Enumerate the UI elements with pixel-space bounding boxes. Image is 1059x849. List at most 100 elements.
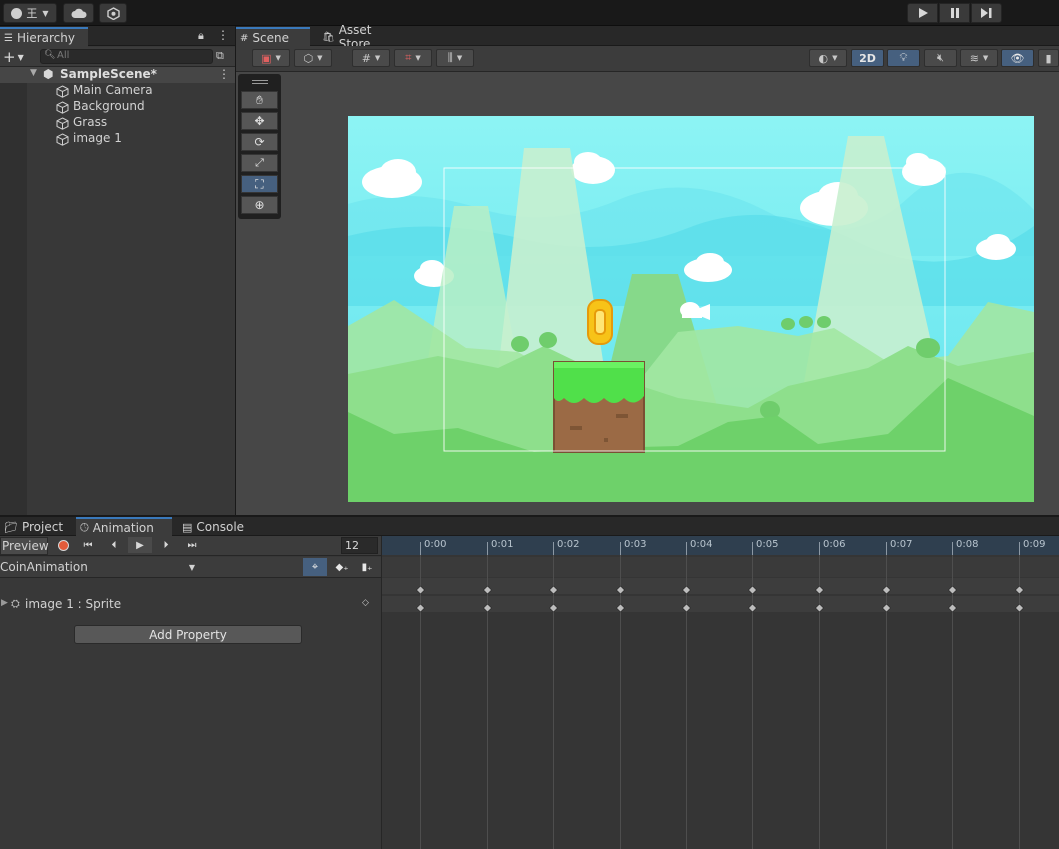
hand-icon: ✋︎ xyxy=(256,92,263,107)
chevron-down-icon: ▼ xyxy=(30,68,37,78)
ruler-tick-label: 0:06 xyxy=(823,539,846,550)
more-menu-icon[interactable]: ⋮ xyxy=(218,67,230,81)
hierarchy-panel: ☰ Hierarchy 🔒︎ ⋮ + ▼ 🔍︎ All ⧉ ▼ ⬢ SampleS… xyxy=(0,26,235,515)
effects-dropdown[interactable]: ≋ ▼ xyxy=(960,49,998,67)
draw-mode-dropdown[interactable]: ▣ ▼ xyxy=(252,49,290,67)
hierarchy-item[interactable]: image 1 xyxy=(0,131,235,147)
toggle-2d-button[interactable]: 2D xyxy=(851,49,884,67)
rotate-icon: ⟳ xyxy=(254,135,265,149)
bottom-tabstrip: 📁︎ Project 🕓︎ Animation ▤ Console xyxy=(0,517,1059,536)
tab-asset-store[interactable]: 🛍︎ Asset Store xyxy=(318,23,408,51)
chevron-down-icon: ▼ xyxy=(317,54,323,62)
clip-dropdown[interactable]: CoinAnimation ▼ xyxy=(0,558,198,576)
chevron-right-icon: ▶ xyxy=(1,598,8,608)
keyframe-diamond-icon[interactable]: ◇ xyxy=(362,598,369,608)
grid-icon: # xyxy=(240,32,249,44)
account-dropdown[interactable]: 王 ▼ xyxy=(3,3,57,23)
preview-toggle[interactable]: Preview xyxy=(0,537,49,555)
pause-button[interactable] xyxy=(939,3,970,23)
ruler-dropdown[interactable]: ⫼ ▼ xyxy=(436,49,474,67)
next-keyframe-button[interactable]: ⏵︎ xyxy=(154,537,178,553)
scene-toolbar: ▣ ▼ ⬡ ▼ # ▼ ⌗ ▼ ⫼ ▼ ◐ ▼ 2D 💡︎ 🔇︎ ≋ ▼ 👁︎ ▮ xyxy=(236,46,1059,72)
frame-field[interactable]: 12 xyxy=(341,537,378,554)
chevron-down-icon: ▼ xyxy=(374,54,381,62)
mode-2d-label: 2D xyxy=(859,51,876,65)
hierarchy-item[interactable]: Main Camera xyxy=(0,83,235,99)
record-button[interactable] xyxy=(51,537,75,553)
collab-button[interactable] xyxy=(99,3,127,23)
cloud-button[interactable] xyxy=(63,3,94,23)
scene-artwork xyxy=(348,116,1034,502)
tab-project[interactable]: 📁︎ Project xyxy=(0,517,72,537)
record-icon xyxy=(57,539,69,551)
skip-start-icon: ⏮︎ xyxy=(83,539,93,551)
grid-snap-dropdown[interactable]: # ▼ xyxy=(352,49,390,67)
more-menu-icon[interactable]: ⋮ xyxy=(217,28,229,42)
add-property-label: Add Property xyxy=(149,627,227,642)
hierarchy-scene-row[interactable]: ▼ ⬢ SampleScene* ⋮ xyxy=(0,67,235,83)
ruler-tick-label: 0:09 xyxy=(1023,539,1046,550)
play-icon: ▶ xyxy=(136,539,144,551)
filter-selection-button[interactable]: ⌖ xyxy=(303,558,327,576)
lock-icon[interactable]: 🔒︎ xyxy=(198,29,204,43)
play-button[interactable] xyxy=(907,3,938,23)
hierarchy-item[interactable]: Background xyxy=(0,99,235,115)
hand-tool-button[interactable]: ✋︎ xyxy=(241,91,278,109)
rect-transform-icon: ⛶ xyxy=(255,176,264,191)
snap-icon: ⌗ xyxy=(405,51,412,64)
transform-tool-button[interactable]: ⊕ xyxy=(241,196,278,214)
tab-console[interactable]: ▤ Console xyxy=(178,517,250,537)
keyframe-grid xyxy=(416,555,1024,849)
property-row[interactable]: ▶ ⛭ image 1 : Sprite ◇ xyxy=(0,596,381,613)
scale-tool-button[interactable]: ⤢ xyxy=(241,154,278,172)
add-keyframe-icon: ◆₊ xyxy=(335,561,349,573)
step-button[interactable] xyxy=(971,3,1002,23)
tab-scene[interactable]: # Scene xyxy=(236,27,310,47)
ruler-tick-label: 0:07 xyxy=(890,539,913,550)
chevron-down-icon: ▼ xyxy=(275,54,281,62)
render-mode-dropdown[interactable]: ⬡ ▼ xyxy=(294,49,332,67)
animation-playback-toolbar: Preview ⏮︎ ⏴︎ ▶ ⏵︎ ⏭︎ 12 xyxy=(0,536,381,556)
pause-icon xyxy=(950,8,959,18)
tab-hierarchy[interactable]: ☰ Hierarchy xyxy=(0,27,88,47)
camera-settings-button[interactable]: ▮ xyxy=(1038,49,1059,67)
search-icon: 🔍︎ xyxy=(44,50,56,60)
hierarchy-search-input[interactable]: 🔍︎ All xyxy=(40,49,213,64)
dopesheet-timeline[interactable]: 0:00 0:01 0:02 0:03 0:04 0:05 0:06 0:07 … xyxy=(381,536,1059,849)
add-keyframe-button[interactable]: ◆₊ xyxy=(331,558,353,576)
add-event-icon: ▮₊ xyxy=(361,561,373,573)
game-scene-render[interactable] xyxy=(348,116,1034,502)
hierarchy-item[interactable]: Grass xyxy=(0,115,235,131)
lighting-toggle[interactable]: 💡︎ xyxy=(887,49,920,67)
last-keyframe-button[interactable]: ⏭︎ xyxy=(180,537,204,553)
audio-toggle[interactable]: 🔇︎ xyxy=(924,49,957,67)
play-animation-button[interactable]: ▶ xyxy=(128,537,152,553)
add-object-button[interactable]: + ▼ xyxy=(3,48,24,66)
first-keyframe-button[interactable]: ⏮︎ xyxy=(76,537,100,553)
scene-tabstrip: # Scene 🛍︎ Asset Store xyxy=(236,23,1059,51)
snap-increment-dropdown[interactable]: ⌗ ▼ xyxy=(394,49,432,67)
scene-name: SampleScene* xyxy=(60,67,157,81)
gameobject-cube-icon xyxy=(56,85,69,98)
cube-icon: ⬡ xyxy=(303,51,314,65)
rotate-tool-button[interactable]: ⟳ xyxy=(241,133,278,151)
clip-toolbar: CoinAnimation ▼ ⌖ ◆₊ ▮₊ xyxy=(0,557,381,578)
scale-icon: ⤢ xyxy=(255,156,264,169)
palette-grip[interactable] xyxy=(252,80,268,81)
scene-visibility-toggle[interactable]: 👁︎ xyxy=(1001,49,1034,67)
add-event-button[interactable]: ▮₊ xyxy=(356,558,378,576)
tab-animation[interactable]: 🕓︎ Animation xyxy=(76,517,172,536)
chevron-down-icon: ▼ xyxy=(832,54,838,62)
shopping-bag-icon: 🛍︎ xyxy=(322,31,335,43)
add-property-button[interactable]: Add Property xyxy=(74,625,302,644)
camera-mode-dropdown[interactable]: ◐ ▼ xyxy=(809,49,847,67)
video-camera-icon: ▮ xyxy=(1045,51,1052,65)
scene-visibility-icon[interactable]: ⧉ xyxy=(216,49,224,63)
rect-tool-button[interactable]: ⛶ xyxy=(241,175,278,193)
chevron-down-icon: ▼ xyxy=(456,54,463,62)
move-tool-button[interactable]: ✥ xyxy=(241,112,278,130)
hierarchy-toolbar: + ▼ 🔍︎ All ⧉ xyxy=(0,47,235,67)
clock-icon: 🕓︎ xyxy=(80,520,89,534)
time-ruler[interactable]: 0:00 0:01 0:02 0:03 0:04 0:05 0:06 0:07 … xyxy=(382,536,1059,555)
prev-keyframe-button[interactable]: ⏴︎ xyxy=(102,537,126,553)
